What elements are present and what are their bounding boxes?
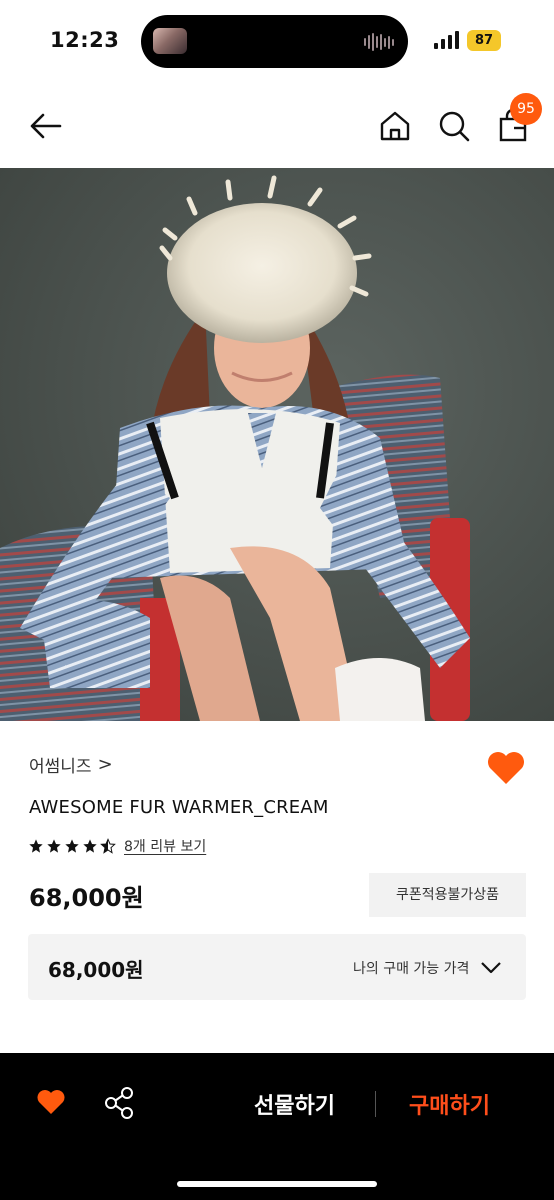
my-price-value: 68,000원 xyxy=(48,958,144,982)
rating-row: 8개 리뷰 보기 xyxy=(28,836,206,856)
my-purchase-price-toggle[interactable]: 68,000원 나의 구매 가능 가격 xyxy=(28,934,526,1000)
my-price-label: 나의 구매 가능 가격 xyxy=(353,961,470,977)
star-icon xyxy=(65,839,79,853)
product-photo-illustration xyxy=(0,168,554,721)
status-time: 12:23 xyxy=(50,28,120,52)
brand-name: 어썸니즈 xyxy=(29,757,92,777)
star-icon xyxy=(29,839,43,853)
search-icon[interactable] xyxy=(434,106,474,146)
half-star-icon xyxy=(100,838,116,854)
battery-icon: 87 xyxy=(467,30,501,51)
back-arrow-icon[interactable] xyxy=(26,106,66,146)
heart-like-icon[interactable] xyxy=(486,750,526,786)
audio-wave-icon xyxy=(364,32,394,52)
review-link[interactable]: 8개 리뷰 보기 xyxy=(124,836,206,856)
chevron-down-icon xyxy=(481,962,501,974)
chevron-right-icon: > xyxy=(97,754,113,775)
now-playing-thumbnail xyxy=(153,28,187,54)
home-indicator xyxy=(177,1181,377,1187)
product-image[interactable] xyxy=(0,168,554,721)
product-name: AWESOME FUR WARMER_CREAM xyxy=(29,797,329,818)
home-icon[interactable] xyxy=(375,106,415,146)
buy-button[interactable]: 구매하기 xyxy=(409,1088,490,1120)
star-icon xyxy=(83,839,97,853)
bottom-action-bar: 선물하기 구매하기 xyxy=(0,1053,554,1200)
dynamic-island[interactable] xyxy=(141,15,408,68)
product-price: 68,000원 xyxy=(29,884,144,912)
star-icon xyxy=(47,839,61,853)
share-icon[interactable] xyxy=(103,1086,135,1120)
brand-link[interactable]: 어썸니즈 > xyxy=(29,752,113,777)
signal-icon xyxy=(434,31,462,49)
heart-like-icon[interactable] xyxy=(36,1088,66,1116)
gift-button[interactable]: 선물하기 xyxy=(254,1088,335,1120)
cart-count-badge: 95 xyxy=(510,93,542,125)
star-rating xyxy=(28,838,116,854)
coupon-unavailable-badge: 쿠폰적용불가상품 xyxy=(369,873,526,917)
top-nav xyxy=(0,84,554,168)
divider xyxy=(375,1091,376,1117)
status-bar: 12:23 87 xyxy=(0,0,554,84)
